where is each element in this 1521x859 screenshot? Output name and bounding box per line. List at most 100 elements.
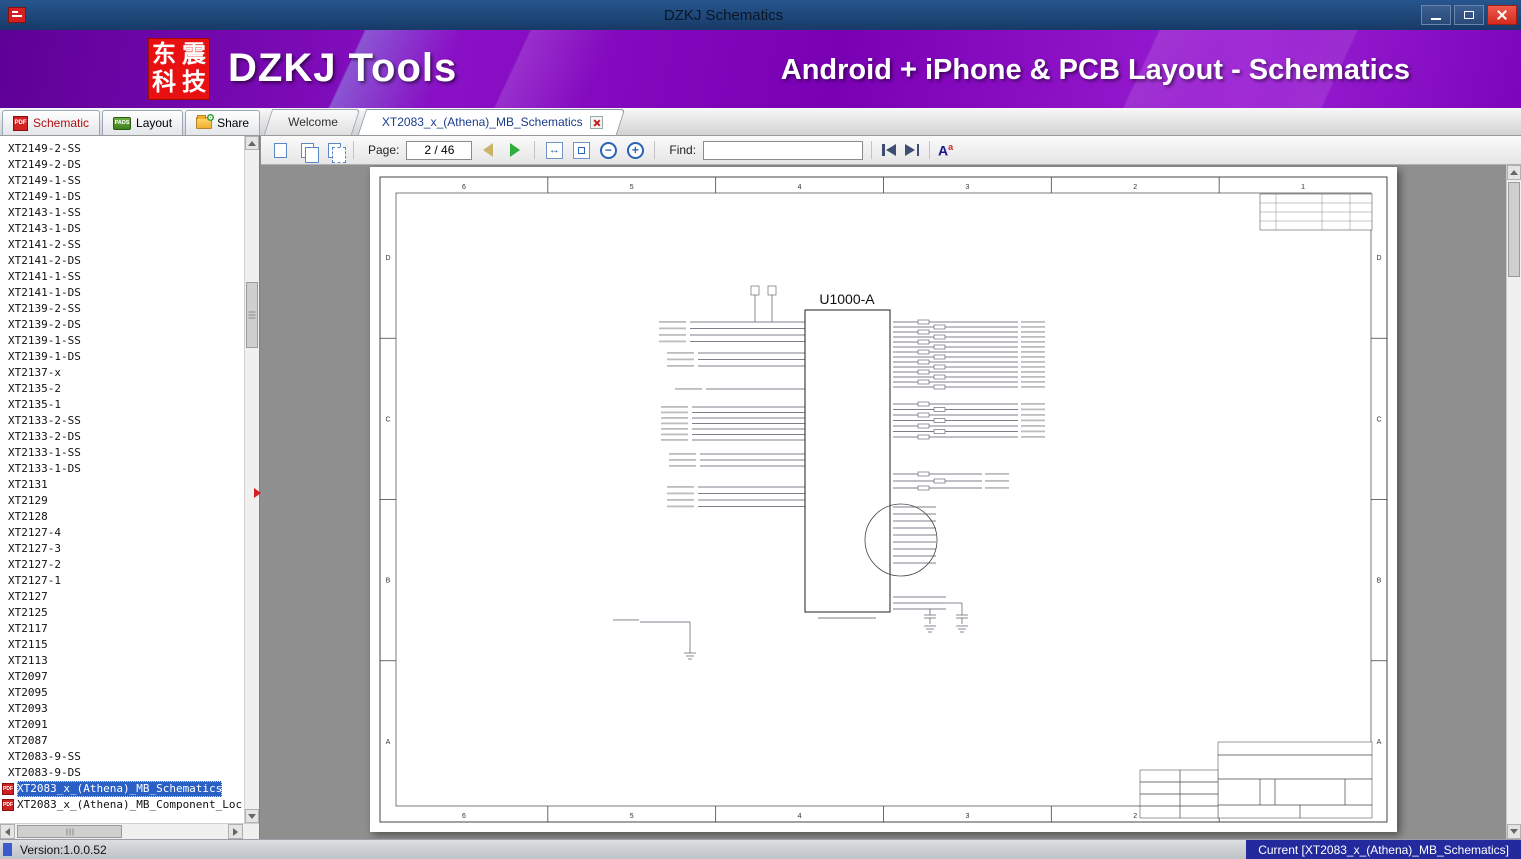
sidebar-item[interactable]: XT2135-1 (0, 397, 244, 413)
pdf-icon: PDF (13, 115, 28, 131)
find-input[interactable] (703, 140, 864, 160)
tab-welcome[interactable]: Welcome (268, 109, 356, 135)
sidebar-item[interactable]: XT2095 (0, 685, 244, 701)
sidebar-item[interactable]: XT2129 (0, 493, 244, 509)
sidebar-item[interactable]: XT2133-2-SS (0, 413, 244, 429)
sidebar-item[interactable]: XT2139-1-DS (0, 349, 244, 365)
scrollbar-thumb[interactable] (246, 282, 258, 348)
sidebar-item[interactable]: XT2133-1-SS (0, 445, 244, 461)
scrollbar-thumb[interactable] (17, 825, 122, 838)
sidebar-item[interactable]: XT2115 (0, 637, 244, 653)
close-button[interactable] (1487, 5, 1517, 25)
sidebar-item[interactable]: XT2128 (0, 509, 244, 525)
sidebar-item[interactable]: XT2137-x (0, 365, 244, 381)
tab-layout[interactable]: PADS Layout (102, 110, 184, 135)
page-number-input[interactable] (406, 140, 473, 160)
svg-text:D: D (385, 255, 390, 262)
zoom-out-button[interactable]: − (597, 139, 619, 161)
sidebar-item[interactable]: PDF XT2083_x_(Athena)_MB_Component_Loc (0, 797, 244, 813)
sidebar-item-label: XT2083_x_(Athena)_MB_Schematics (17, 781, 223, 797)
sidebar-item[interactable]: XT2141-2-DS (0, 253, 244, 269)
sidebar-item[interactable]: XT2097 (0, 669, 244, 685)
viewer-vertical-scrollbar[interactable] (1506, 165, 1521, 839)
scroll-up-icon[interactable] (245, 136, 259, 150)
next-page-icon (510, 143, 521, 157)
sidebar-item[interactable]: XT2143-1-SS (0, 205, 244, 221)
pdf-icon: PDF (2, 799, 14, 811)
sidebar-horizontal-scrollbar[interactable] (0, 823, 259, 839)
scroll-up-icon[interactable] (1507, 165, 1521, 180)
sidebar-item[interactable]: XT2149-1-SS (0, 173, 244, 189)
sidebar-item-label: XT2083_x_(Athena)_MB_Component_Loc (17, 798, 243, 811)
sidebar-item[interactable]: XT2127-3 (0, 541, 244, 557)
sidebar-item[interactable]: PDF XT2083_x_(Athena)_MB_Schematics (0, 781, 244, 797)
schematic-page[interactable]: 665544332211DDCCBBAA U1000-A COMPANY <Co… (370, 167, 1397, 832)
schematic-canvas: 665544332211DDCCBBAA U1000-A COMPANY <Co… (379, 176, 1388, 823)
tab-document-active[interactable]: XT2083_x_(Athena)_MB_Schematics (362, 109, 621, 135)
scroll-left-icon[interactable] (0, 824, 15, 839)
sidebar-item[interactable]: XT2127 (0, 589, 244, 605)
sidebar-item[interactable]: XT2113 (0, 653, 244, 669)
tab-close-icon[interactable] (589, 115, 603, 129)
fit-width-button[interactable]: ↔ (543, 139, 565, 161)
sidebar-item-label: XT2133-2-SS (8, 414, 81, 427)
tab-label: Schematic (33, 116, 90, 130)
sidebar: XT2149-2-SS XT2149-2-DS XT2149-1-SS XT2149-… (0, 136, 260, 839)
tab-share[interactable]: Share (185, 110, 261, 135)
scroll-down-icon[interactable] (245, 809, 259, 823)
scroll-down-icon[interactable] (1507, 824, 1521, 839)
sidebar-item[interactable]: XT2149-2-SS (0, 141, 244, 157)
sidebar-item[interactable]: XT2117 (0, 621, 244, 637)
sidebar-item-label: XT2139-2-SS (8, 302, 81, 315)
sidebar-item[interactable]: XT2083-9-DS (0, 765, 244, 781)
sidebar-item[interactable]: XT2127-2 (0, 557, 244, 573)
sidebar-item[interactable]: XT2143-1-DS (0, 221, 244, 237)
sidebar-item[interactable]: XT2127-1 (0, 573, 244, 589)
svg-text:3: 3 (965, 813, 969, 820)
schematic-viewer[interactable]: 665544332211DDCCBBAA U1000-A COMPANY <Co… (261, 165, 1506, 839)
sidebar-item[interactable]: XT2141-1-DS (0, 285, 244, 301)
svg-text:A: A (1377, 739, 1382, 746)
sidebar-collapse-icon[interactable] (254, 488, 261, 498)
sidebar-item[interactable]: XT2083-9-SS (0, 749, 244, 765)
find-next-icon[interactable] (903, 143, 921, 157)
previous-page-button[interactable] (477, 139, 499, 161)
fit-page-button[interactable] (570, 139, 592, 161)
font-size-icon[interactable]: Aa (938, 142, 953, 159)
scrollbar-thumb[interactable] (1508, 182, 1520, 277)
sidebar-item[interactable]: XT2091 (0, 717, 244, 733)
scroll-right-icon[interactable] (228, 824, 243, 839)
sidebar-item[interactable]: XT2139-2-SS (0, 301, 244, 317)
sidebar-vertical-scrollbar[interactable] (244, 136, 259, 823)
sidebar-item[interactable]: XT2141-2-SS (0, 237, 244, 253)
next-page-button[interactable] (504, 139, 526, 161)
sidebar-item[interactable]: XT2093 (0, 701, 244, 717)
sidebar-item[interactable]: XT2131 (0, 477, 244, 493)
sidebar-item[interactable]: XT2149-2-DS (0, 157, 244, 173)
sidebar-item[interactable]: XT2133-2-DS (0, 429, 244, 445)
sidebar-item-label: XT2097 (8, 670, 48, 683)
sidebar-item-label: XT2113 (8, 654, 48, 667)
sidebar-item[interactable]: XT2149-1-DS (0, 189, 244, 205)
sidebar-item-label: XT2141-2-DS (8, 254, 81, 267)
tab-schematic[interactable]: PDF Schematic (2, 110, 101, 135)
sidebar-item[interactable]: XT2141-1-SS (0, 269, 244, 285)
sidebar-item[interactable]: XT2125 (0, 605, 244, 621)
sidebar-item[interactable]: XT2139-2-DS (0, 317, 244, 333)
maximize-button[interactable] (1454, 5, 1484, 25)
copy-page-icon[interactable] (296, 139, 319, 163)
sidebar-item-label: XT2139-1-DS (8, 350, 81, 363)
sidebar-item[interactable]: XT2139-1-SS (0, 333, 244, 349)
sidebar-item-label: XT2115 (8, 638, 48, 651)
snapshot-icon[interactable] (323, 139, 346, 163)
sidebar-item[interactable]: XT2127-4 (0, 525, 244, 541)
find-previous-icon[interactable] (880, 143, 898, 157)
zoom-in-button[interactable]: + (624, 139, 646, 161)
text-select-icon[interactable] (269, 139, 291, 161)
sidebar-item[interactable]: XT2135-2 (0, 381, 244, 397)
minimize-button[interactable] (1421, 5, 1451, 25)
sidebar-item[interactable]: XT2087 (0, 733, 244, 749)
svg-text:D: D (1376, 255, 1381, 262)
sidebar-item[interactable]: XT2133-1-DS (0, 461, 244, 477)
model-list: XT2149-2-SS XT2149-2-DS XT2149-1-SS XT2149-… (0, 136, 244, 823)
